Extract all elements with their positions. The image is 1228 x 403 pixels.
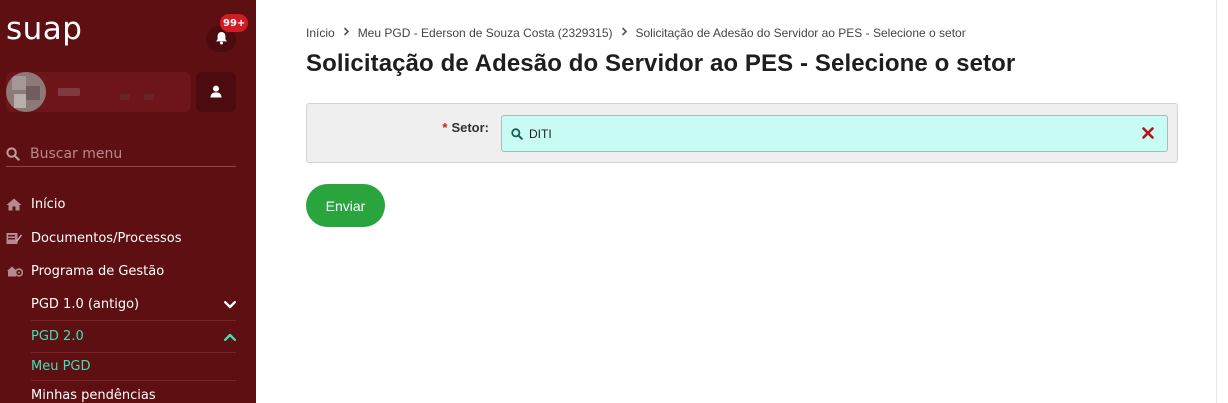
divider — [31, 320, 236, 321]
sidebar-item-meu-pgd[interactable]: Meu PGD — [31, 354, 241, 378]
suap-logo[interactable]: suap — [6, 14, 82, 45]
sidebar-item-label: PGD 1.0 (antigo) — [31, 296, 140, 312]
search-icon — [511, 127, 523, 140]
required-marker: * — [442, 120, 448, 135]
user-icon — [210, 83, 222, 102]
sidebar-item-inicio[interactable]: Início — [6, 192, 246, 216]
sidebar-item-minhas-pendencias[interactable]: Minhas pendências — [31, 383, 241, 403]
sidebar-item-label: Início — [31, 196, 66, 212]
setor-select[interactable]: DITI — [501, 115, 1168, 152]
breadcrumb: Início Meu PGD - Ederson de Souza Costa … — [306, 26, 966, 40]
breadcrumb-inicio[interactable]: Início — [306, 26, 335, 40]
page-title: Solicitação de Adesão do Servidor ao PES… — [306, 50, 1016, 77]
main-content: Início Meu PGD - Ederson de Souza Costa … — [256, 0, 1216, 403]
breadcrumb-current: Solicitação de Adesão do Servidor ao PES… — [635, 26, 966, 40]
sidebar-item-pgd-2[interactable]: PGD 2.0 — [31, 324, 241, 348]
chevron-down-icon — [224, 298, 236, 313]
user-menu-button[interactable] — [196, 72, 236, 112]
user-profile-card[interactable] — [6, 72, 191, 112]
document-icon — [6, 232, 24, 245]
app-window: suap 99+ Buscar menu Início Documentos/P… — [0, 0, 1228, 403]
home-icon — [6, 198, 24, 211]
sidebar-item-pgd-1[interactable]: PGD 1.0 (antigo) — [31, 292, 241, 316]
divider — [31, 380, 236, 381]
management-icon — [6, 265, 24, 278]
chevron-right-icon — [343, 27, 350, 39]
search-menu-input[interactable] — [30, 145, 230, 162]
sidebar-item-label: PGD 2.0 — [31, 328, 84, 344]
user-name-redacted — [58, 84, 158, 100]
sidebar-item-label: Meu PGD — [31, 358, 91, 374]
enviar-button[interactable]: Enviar — [306, 184, 385, 227]
sidebar-item-label: Programa de Gestão — [31, 263, 165, 279]
setor-label: * Setor: — [307, 120, 489, 135]
search-icon — [6, 146, 20, 161]
sidebar-item-label: Documentos/Processos — [31, 230, 182, 246]
breadcrumb-meu-pgd[interactable]: Meu PGD - Ederson de Souza Costa (232931… — [358, 26, 613, 40]
setor-label-text: Setor: — [451, 120, 489, 135]
menu-search[interactable] — [6, 141, 236, 167]
sidebar-item-documentos[interactable]: Documentos/Processos — [6, 226, 246, 250]
chevron-right-icon — [621, 27, 628, 39]
sidebar-item-programa-gestao[interactable]: Programa de Gestão — [6, 259, 246, 283]
setor-form: * Setor: DITI — [306, 103, 1178, 163]
sidebar-item-label: Minhas pendências — [31, 387, 156, 403]
avatar — [6, 72, 46, 112]
bell-icon — [215, 30, 228, 49]
notification-count-badge: 99+ — [220, 14, 249, 32]
divider — [31, 352, 236, 353]
scrollbar[interactable] — [1216, 0, 1228, 403]
sidebar: suap 99+ Buscar menu Início Documentos/P… — [0, 0, 256, 403]
chevron-up-icon — [224, 330, 236, 345]
setor-selected-value: DITI — [529, 126, 552, 141]
close-icon[interactable] — [1141, 126, 1155, 140]
